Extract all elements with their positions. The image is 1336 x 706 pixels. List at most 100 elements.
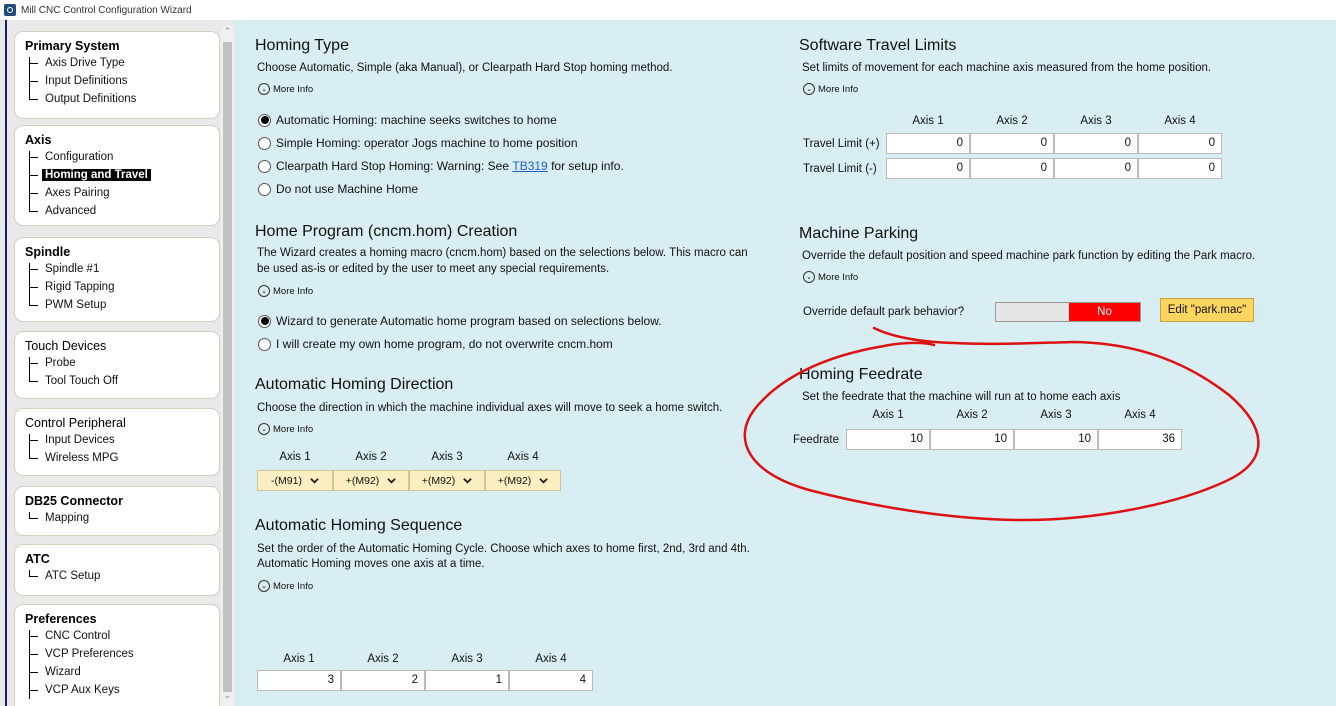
nav-group-axis: Axis Configuration Homing and Travel Axe… [14, 125, 220, 226]
homing-sequence-desc-1: Set the order of the Automatic Homing Cy… [257, 543, 750, 555]
radio-own-home-program[interactable]: I will create my own home program, do no… [258, 337, 613, 351]
home-program-more-info[interactable]: ⌄ More Info [258, 285, 313, 297]
travel-limit-plus-axis-2[interactable]: 0 [970, 133, 1054, 154]
chevron-down-icon: ⌄ [258, 285, 270, 297]
nav-item-input-definitions[interactable]: Input Definitions [25, 72, 219, 90]
direction-select-axis-4[interactable]: +(M92) [485, 470, 561, 491]
travel-limit-minus-axis-1[interactable]: 0 [886, 158, 970, 179]
travel-limit-minus-axis-4[interactable]: 0 [1138, 158, 1222, 179]
travel-limit-plus-axis-4[interactable]: 0 [1138, 133, 1222, 154]
nav-item-wireless-mpg[interactable]: Wireless MPG [25, 449, 219, 467]
nav-item-wizard[interactable]: Wizard [25, 663, 219, 681]
nav-item-vcp-aux-keys[interactable]: VCP Aux Keys [25, 681, 219, 699]
home-program-title: Home Program (cncm.hom) Creation [255, 223, 518, 240]
nav-item-configuration[interactable]: Configuration [25, 148, 219, 166]
nav-item-advanced[interactable]: Advanced [25, 202, 219, 220]
chevron-down-icon: ⌄ [258, 83, 270, 95]
nav-item-mapping[interactable]: Mapping [25, 509, 219, 527]
nav-item-cnc-control[interactable]: CNC Control [25, 627, 219, 645]
homing-direction-desc: Choose the direction in which the machin… [257, 402, 723, 414]
override-park-toggle[interactable]: No [995, 302, 1141, 322]
nav-item-input-devices[interactable]: Input Devices [25, 431, 219, 449]
feedrate-input-axis-1[interactable]: 10 [846, 429, 930, 450]
nav-item-axis-drive-type[interactable]: Axis Drive Type [25, 54, 219, 72]
nav-item-atc-setup[interactable]: ATC Setup [25, 567, 219, 585]
feedrate-row-label: Feedrate [793, 434, 840, 446]
feedrate-input-axis-3[interactable]: 10 [1014, 429, 1098, 450]
travel-limit-plus-axis-1[interactable]: 0 [886, 133, 970, 154]
direction-select-axis-1[interactable]: -(M91) [257, 470, 333, 491]
machine-parking-desc: Override the default position and speed … [802, 250, 1256, 262]
homing-sequence-more-info[interactable]: ⌄ More Info [258, 580, 313, 592]
nav-group-primary-system: Primary System Axis Drive Type Input Def… [14, 31, 220, 119]
radio-clearpath-homing[interactable]: Clearpath Hard Stop Homing: Warning: See… [258, 159, 624, 173]
radio-automatic-homing[interactable]: Automatic Homing: machine seeks switches… [258, 113, 557, 127]
chevron-down-icon: ⌄ [803, 83, 815, 95]
direction-select-axis-2[interactable]: +(M92) [333, 470, 409, 491]
nav-item-axes-pairing[interactable]: Axes Pairing [25, 184, 219, 202]
nav-group-title: DB25 Connector [25, 494, 123, 508]
axis-header: Axis 3 [451, 653, 483, 665]
axis-header: Axis 4 [507, 451, 539, 463]
edit-park-mac-button[interactable]: Edit "park.mac" [1160, 298, 1254, 322]
homing-sequence-title: Automatic Homing Sequence [255, 517, 463, 534]
nav-item-tool-touch-off[interactable]: Tool Touch Off [25, 372, 219, 390]
sequence-input-axis-4[interactable]: 4 [509, 670, 593, 691]
homing-type-more-info[interactable]: ⌄ More Info [258, 83, 313, 95]
scroll-down-icon[interactable]: ⌄ [221, 690, 234, 701]
travel-limits-more-info[interactable]: ⌄ More Info [803, 83, 858, 95]
axis-header: Axis 1 [912, 115, 944, 127]
app-icon [4, 4, 16, 16]
radio-empty-icon [258, 337, 271, 351]
radio-simple-homing[interactable]: Simple Homing: operator Jogs machine to … [258, 136, 578, 150]
override-park-label: Override default park behavior? [803, 306, 965, 318]
main-panel: Homing Type Choose Automatic, Simple (ak… [234, 20, 1336, 706]
nav-item-probe[interactable]: Probe [25, 354, 219, 372]
travel-limit-plus-label: Travel Limit (+) [803, 138, 880, 150]
sequence-input-axis-2[interactable]: 2 [341, 670, 425, 691]
nav-item-rigid-tapping[interactable]: Rigid Tapping [25, 278, 219, 296]
nav-item-pwm-setup[interactable]: PWM Setup [25, 296, 219, 314]
axis-header: Axis 3 [1040, 409, 1072, 421]
tb319-link[interactable]: TB319 [512, 159, 547, 173]
feedrate-input-axis-2[interactable]: 10 [930, 429, 1014, 450]
feedrate-input-axis-4[interactable]: 36 [1098, 429, 1182, 450]
title-bar: Mill CNC Control Configuration Wizard [0, 0, 1336, 20]
travel-limit-minus-axis-3[interactable]: 0 [1054, 158, 1138, 179]
homing-direction-more-info[interactable]: ⌄ More Info [258, 423, 313, 435]
axis-header: Axis 1 [872, 409, 904, 421]
scrollbar-thumb[interactable] [223, 42, 232, 692]
home-program-desc-2: be used as-is or edited by the user to m… [257, 263, 610, 275]
nav-group-preferences: Preferences CNC Control VCP Preferences … [14, 604, 220, 706]
sequence-input-axis-1[interactable]: 3 [257, 670, 341, 691]
nav-group-title: Axis [25, 133, 52, 147]
nav-group-title: Preferences [25, 612, 97, 626]
travel-limit-plus-axis-3[interactable]: 0 [1054, 133, 1138, 154]
axis-header: Axis 2 [996, 115, 1028, 127]
radio-wizard-generate[interactable]: Wizard to generate Automatic home progra… [258, 314, 662, 328]
axis-header: Axis 4 [1124, 409, 1156, 421]
nav-group-title: Primary System [25, 39, 120, 53]
radio-no-machine-home[interactable]: Do not use Machine Home [258, 182, 418, 196]
homing-feedrate-desc: Set the feedrate that the machine will r… [802, 391, 1121, 403]
direction-select-axis-3[interactable]: +(M92) [409, 470, 485, 491]
nav-item-spindle-1[interactable]: Spindle #1 [25, 260, 219, 278]
home-program-desc-1: The Wizard creates a homing macro (cncm.… [257, 247, 748, 259]
radio-selected-icon [258, 314, 271, 328]
scroll-up-icon[interactable]: ⌃ [221, 26, 234, 37]
sequence-input-axis-3[interactable]: 1 [425, 670, 509, 691]
nav-item-output-definitions[interactable]: Output Definitions [25, 90, 219, 108]
sidebar-scrollbar[interactable]: ⌃ ⌄ [221, 26, 234, 706]
machine-parking-more-info[interactable]: ⌄ More Info [803, 271, 858, 283]
nav-group-atc: ATC ATC Setup [14, 544, 220, 596]
nav-group-title: ATC [25, 552, 50, 566]
nav-group-title: Spindle [25, 245, 71, 259]
nav-item-vcp-preferences[interactable]: VCP Preferences [25, 645, 219, 663]
chevron-down-icon: ⌄ [258, 423, 270, 435]
nav-item-homing-and-travel[interactable]: Homing and Travel [25, 166, 219, 184]
axis-header: Axis 3 [1080, 115, 1112, 127]
homing-type-title: Homing Type [255, 37, 349, 54]
axis-header: Axis 2 [367, 653, 399, 665]
homing-feedrate-title: Homing Feedrate [799, 366, 923, 383]
travel-limit-minus-axis-2[interactable]: 0 [970, 158, 1054, 179]
